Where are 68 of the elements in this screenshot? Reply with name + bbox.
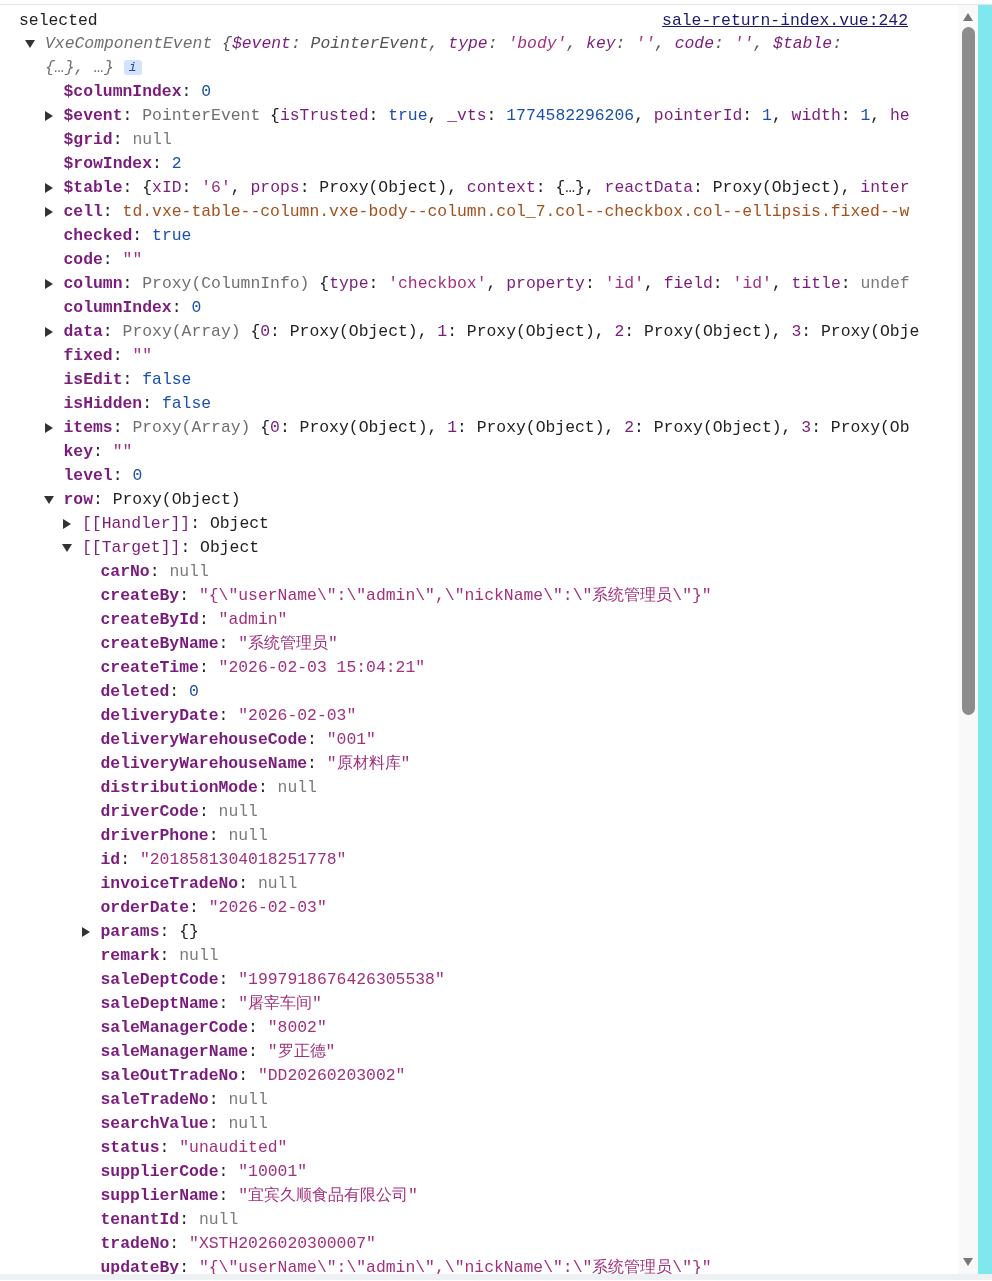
object-summary: VxeComponentEvent {$event: PointerEvent, type: 'body', key: '', code: '', $table: {…}, …} i — [45, 33, 843, 79]
object-property: saleDeptName: "屠宰车间" — [100, 993, 322, 1015]
expand-arrow-icon[interactable] — [43, 183, 54, 193]
expand-arrow-icon[interactable] — [43, 327, 54, 337]
object-property: status: "unaudited" — [100, 1137, 288, 1159]
object-property: remark: null — [100, 945, 219, 967]
object-property: isHidden: false — [63, 393, 212, 415]
object-property: checked: true — [63, 225, 192, 247]
object-property: tenantId: null — [100, 1209, 239, 1231]
object-property: data: Proxy(Array) {0: Proxy(Object), 1: Proxy(Object), 2: Proxy(Object), 3: Proxy(Obje — [63, 321, 920, 343]
object-property: level: 0 — [63, 465, 143, 487]
object-property: searchValue: null — [100, 1113, 268, 1135]
object-property: code: "" — [63, 249, 143, 271]
source-link[interactable]: sale-return-index.vue:242 — [662, 10, 908, 30]
object-property: saleOutTradeNo: "DD20260203002" — [100, 1065, 406, 1087]
object-property: key: "" — [63, 441, 133, 463]
scroll-up-icon[interactable] — [963, 13, 973, 21]
object-property: driverCode: null — [100, 801, 258, 823]
object-property: items: Proxy(Array) {0: Proxy(Object), 1: Proxy(Object), 2: Proxy(Object), 3: Proxy(Ob — [63, 417, 910, 439]
object-property: saleDeptCode: "1997918676426305538" — [100, 969, 445, 991]
object-property: invoiceTradeNo: null — [100, 873, 298, 895]
object-property: saleTradeNo: null — [100, 1089, 268, 1111]
scrollbar[interactable] — [958, 5, 978, 1274]
expand-arrow-icon[interactable] — [62, 519, 72, 529]
object-property: driverPhone: null — [100, 825, 268, 847]
object-property: supplierName: "宜宾久顺食品有限公司" — [100, 1185, 418, 1207]
collapse-arrow-icon[interactable] — [43, 495, 54, 505]
info-badge: i — [123, 60, 142, 76]
object-property: tradeNo: "XSTH2026020300007" — [100, 1233, 376, 1255]
collapse-arrow-icon[interactable] — [25, 39, 35, 49]
object-property: isEdit: false — [63, 369, 192, 391]
expand-arrow-icon[interactable] — [43, 423, 54, 433]
object-property: distributionMode: null — [100, 777, 317, 799]
object-property: deliveryWarehouseName: "原材料库" — [100, 753, 411, 775]
object-property: $columnIndex: 0 — [63, 81, 212, 103]
object-property: createById: "admin" — [100, 609, 288, 631]
object-property: createByName: "系统管理员" — [100, 633, 338, 655]
object-property: $rowIndex: 2 — [63, 153, 182, 175]
object-property: createBy: "{\"userName\":\"admin\",\"nickName\":\"系统管理员\"}" — [100, 585, 712, 607]
log-message: selected — [19, 10, 98, 30]
object-property: $event: PointerEvent {isTrusted: true, _vts: 1774582296206, pointerId: 1, width: 1, he — [63, 105, 910, 127]
expand-arrow-icon[interactable] — [80, 927, 91, 937]
object-property: cell: td.vxe-table--column.vxe-body--column.col_7.col--checkbox.col--ellipsis.fixed--w — [63, 201, 910, 223]
object-property: fixed: "" — [63, 345, 153, 367]
object-property: $grid: null — [63, 129, 172, 151]
object-property: row: Proxy(Object) — [63, 489, 241, 511]
expand-arrow-icon[interactable] — [43, 111, 54, 121]
object-property: saleManagerCode: "8002" — [100, 1017, 327, 1039]
object-property: [[Target]]: Object — [82, 537, 260, 559]
object-property: id: "2018581304018251778" — [100, 849, 347, 871]
object-property: params: {} — [100, 921, 199, 943]
object-property: column: Proxy(ColumnInfo) {type: 'checkbox', property: 'id', field: 'id', title: undef — [63, 273, 910, 295]
object-property: $table: {xID: '6', props: Proxy(Object), context: {…}, reactData: Proxy(Object), inter — [63, 177, 910, 199]
object-property: deliveryWarehouseCode: "001" — [100, 729, 376, 751]
object-property: createTime: "2026-02-03 15:04:21" — [100, 657, 426, 679]
object-property: [[Handler]]: Object — [82, 513, 269, 535]
object-property: saleManagerName: "罗正德" — [100, 1041, 336, 1063]
expand-arrow-icon[interactable] — [43, 207, 54, 217]
object-property: deleted: 0 — [100, 681, 199, 703]
object-property: supplierCode: "10001" — [100, 1161, 308, 1183]
scroll-down-icon[interactable] — [963, 1258, 973, 1266]
object-property: carNo: null — [100, 561, 209, 583]
expand-arrow-icon[interactable] — [43, 279, 54, 289]
scrollbar-thumb[interactable] — [961, 27, 975, 715]
collapse-arrow-icon[interactable] — [62, 543, 72, 553]
object-property: columnIndex: 0 — [63, 297, 202, 319]
object-property: deliveryDate: "2026-02-03" — [100, 705, 357, 727]
object-property: orderDate: "2026-02-03" — [100, 897, 327, 919]
